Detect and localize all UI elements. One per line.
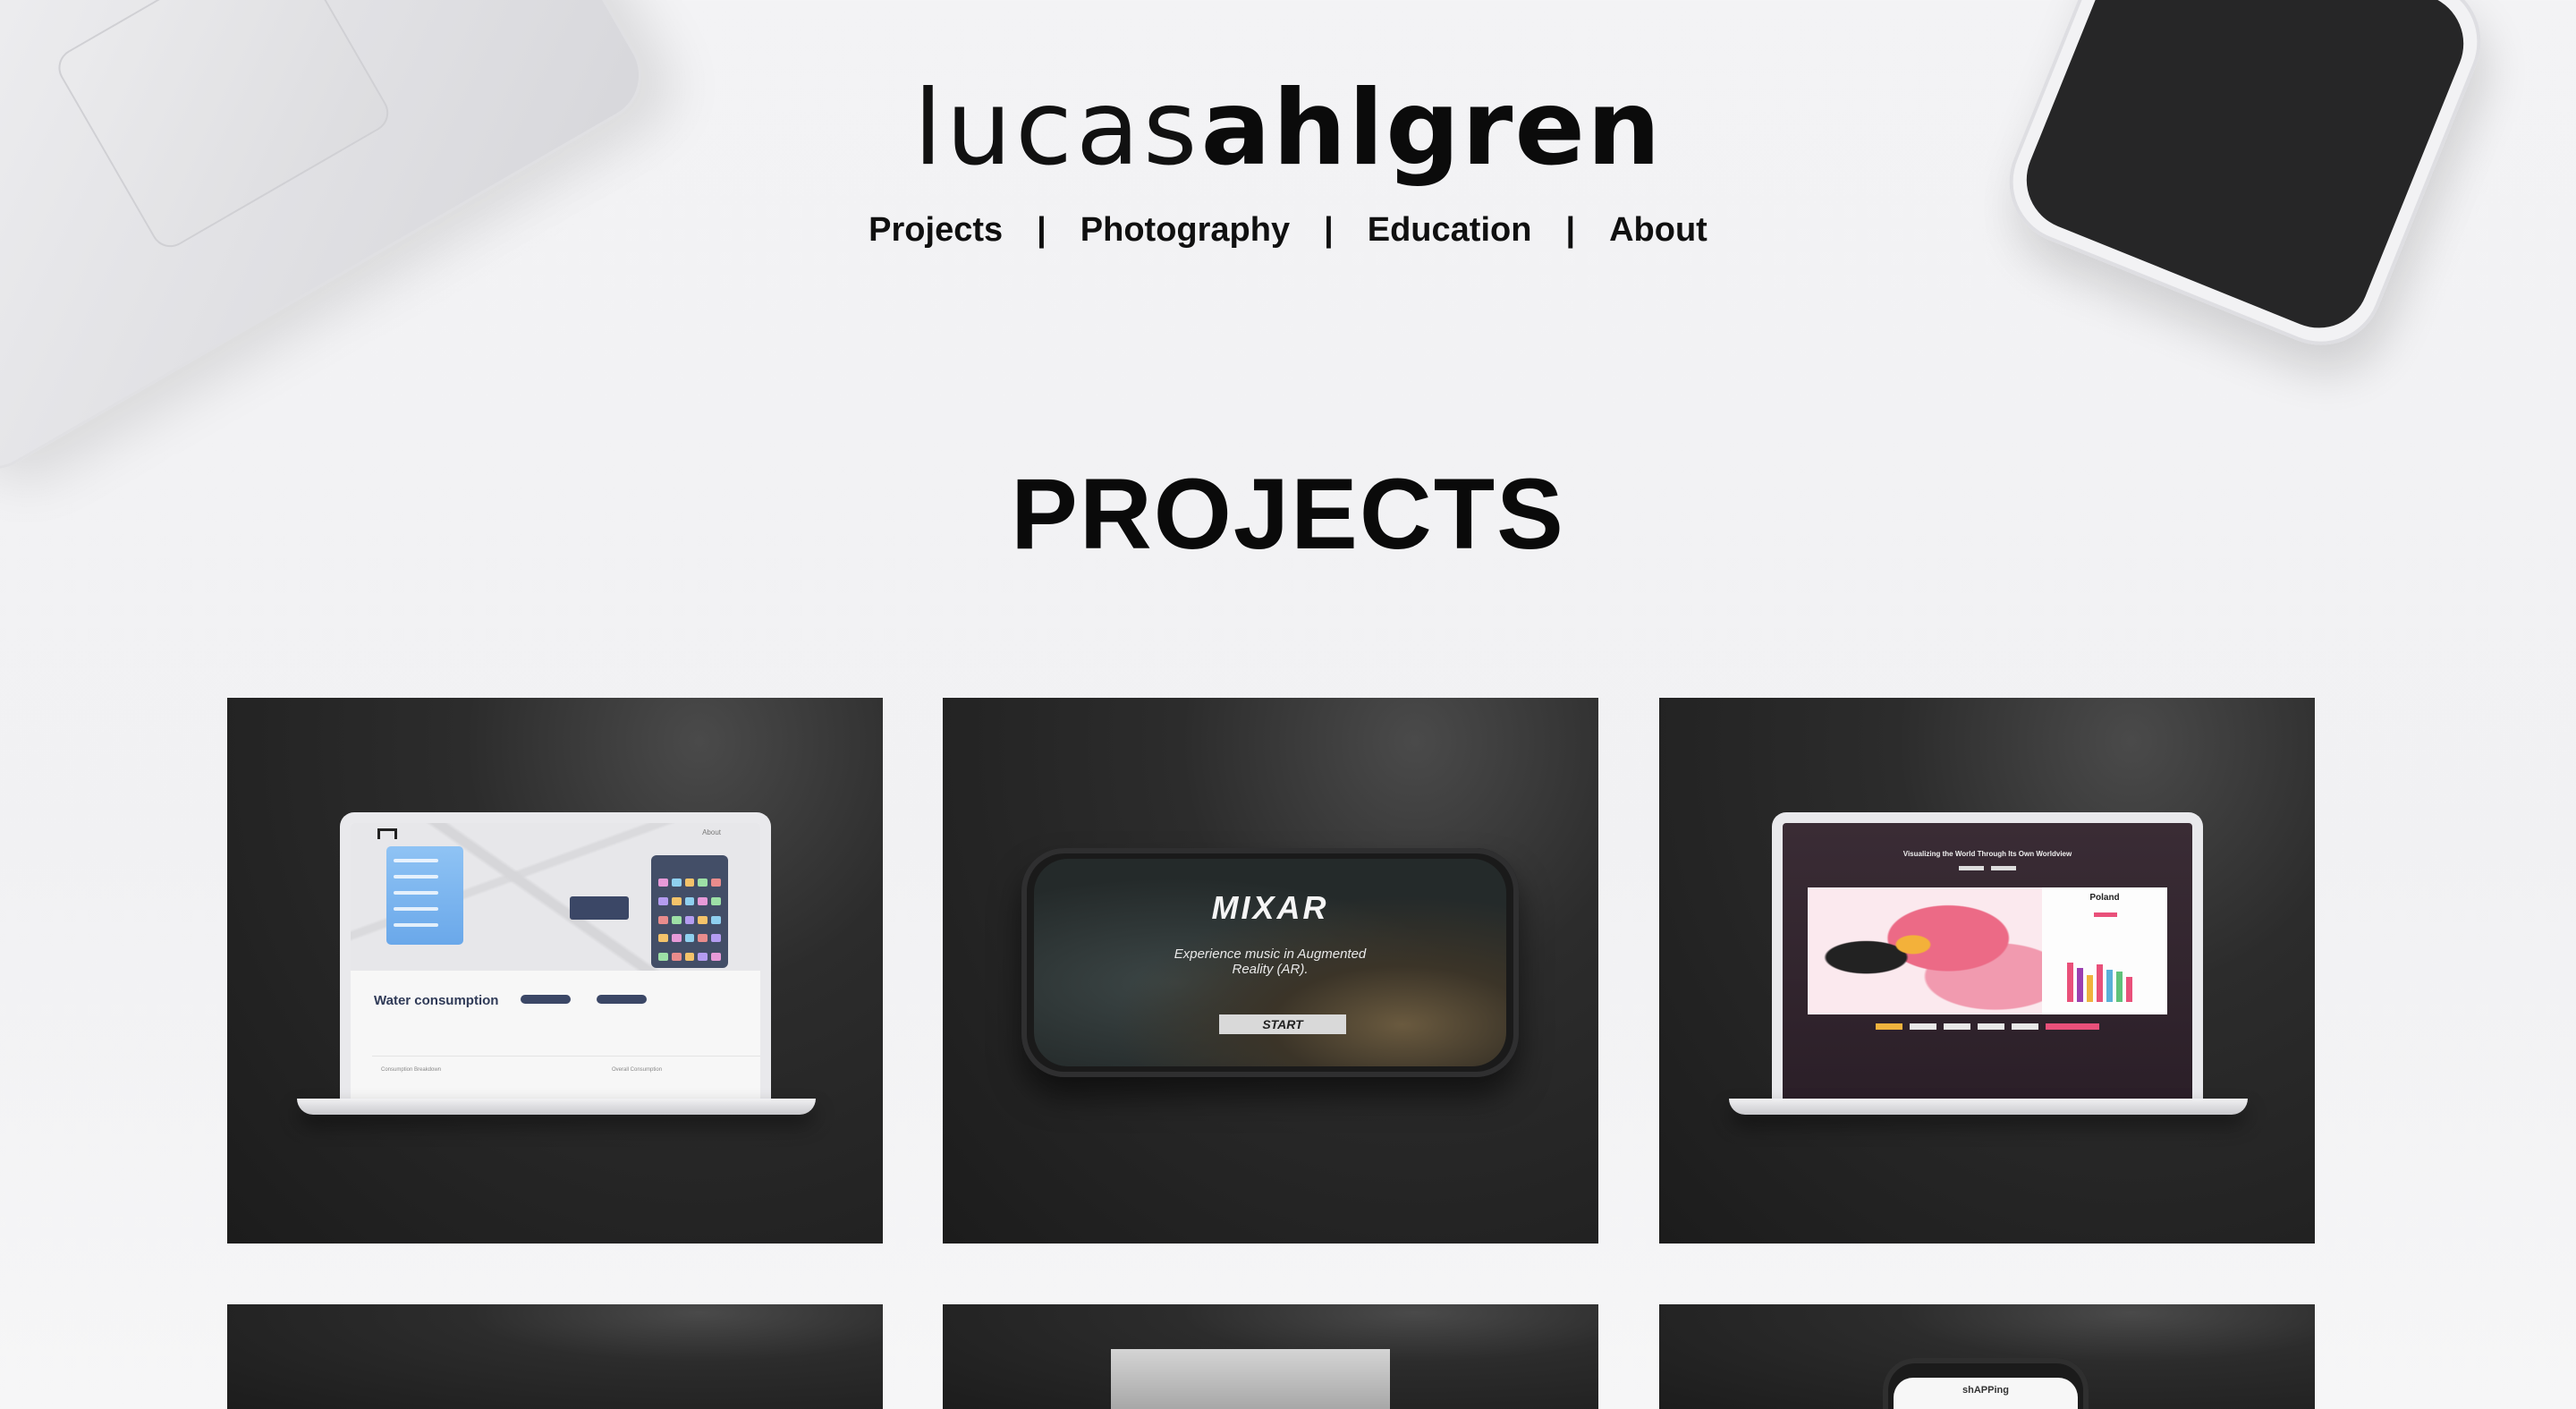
nav-projects[interactable]: Projects (869, 211, 1003, 250)
app-logo-icon (377, 828, 397, 839)
photo-thumbnail (1111, 1349, 1390, 1409)
page-title: PROJECTS (1011, 458, 1565, 570)
project-card-water-consumption[interactable]: About Water consumption Consumption Brea… (227, 698, 883, 1243)
country-name: Poland (2089, 893, 2120, 903)
site-logo[interactable]: lucasahlgren (0, 70, 2576, 187)
mixar-subtitle: Experience music in Augmented Reality (A… (1034, 946, 1506, 977)
country-badge (2094, 912, 2117, 917)
screen-about-link: About (702, 828, 721, 836)
project-card[interactable] (227, 1304, 883, 1409)
date-pill (521, 995, 571, 1004)
mixar-title: MIXAR (1211, 889, 1329, 926)
mixar-subtitle-line: Reality (AR). (1232, 962, 1309, 977)
project-card-photography[interactable] (943, 1304, 1598, 1409)
project-card-shapping[interactable]: shAPPing (1659, 1304, 2315, 1409)
nav-separator: | (1324, 211, 1334, 249)
laptop-base (1729, 1099, 2248, 1115)
logo-first-name: lucas (913, 68, 1201, 189)
laptop-base (297, 1099, 816, 1115)
nav-education[interactable]: Education (1368, 211, 1532, 250)
mixar-start-button: START (1219, 1014, 1346, 1034)
nav-separator: | (1037, 211, 1046, 249)
viz-title: Visualizing the World Through Its Own Wo… (1902, 850, 2072, 858)
phone-mockup: shAPPing (1883, 1358, 2089, 1409)
main-nav: Projects | Photography | Education | Abo… (0, 211, 2576, 250)
stats-panel (386, 846, 463, 945)
date-pill (597, 995, 647, 1004)
nav-about[interactable]: About (1609, 211, 1707, 250)
phone-mockup: MIXAR Experience music in Augmented Real… (1021, 848, 1519, 1077)
laptop-screen: Visualizing the World Through Its Own Wo… (1772, 812, 2203, 1100)
screen-row-left: Consumption Breakdown (381, 1067, 442, 1073)
viz-filter-buttons (1783, 1023, 2192, 1030)
project-card-world-visualization[interactable]: Visualizing the World Through Its Own Wo… (1659, 698, 2315, 1243)
logo-last-name: ahlgren (1200, 68, 1663, 189)
europe-map-illustration (1808, 887, 2042, 1014)
shapping-title: shAPPing (1962, 1385, 2009, 1396)
project-card-mixar[interactable]: MIXAR Experience music in Augmented Real… (943, 698, 1598, 1243)
screen-heading: Water consumption (374, 993, 499, 1008)
laptop-screen: About Water consumption Consumption Brea… (340, 812, 771, 1100)
phone-screen: MIXAR Experience music in Augmented Real… (1034, 859, 1506, 1066)
map-popup (570, 896, 629, 920)
country-panel: Poland (2042, 887, 2167, 1014)
screen-row-right: Overall Consumption (612, 1067, 663, 1073)
nav-separator: | (1565, 211, 1576, 249)
phone-grid-panel (651, 855, 728, 968)
mini-bar-chart (2067, 948, 2132, 1002)
viz-toggle-buttons (1783, 866, 2192, 870)
mixar-subtitle-line: Experience music in Augmented (1174, 946, 1367, 962)
screen-row: Consumption Breakdown Overall Consumptio… (372, 1056, 760, 1082)
nav-photography[interactable]: Photography (1080, 211, 1290, 250)
